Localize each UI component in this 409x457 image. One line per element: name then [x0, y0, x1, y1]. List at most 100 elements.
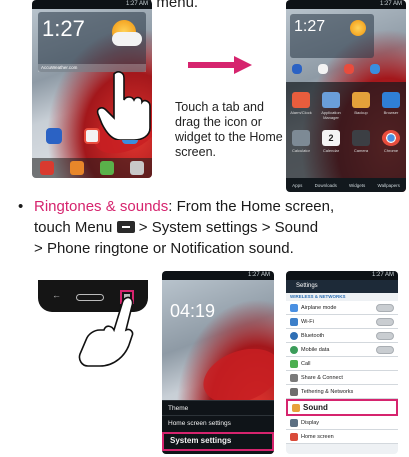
messaging-icon[interactable]	[100, 161, 114, 175]
tab-apps[interactable]: Apps	[292, 183, 302, 188]
clock-time: 1:27	[42, 16, 85, 41]
alarm-clock-icon[interactable]	[292, 92, 310, 108]
browser-icon[interactable]	[382, 92, 400, 108]
row-label: Mobile data	[301, 347, 330, 353]
status-bar: 1:27 AM	[286, 271, 398, 280]
settings-row-home-screen[interactable]: Home screen	[286, 430, 398, 444]
bullet-title: Ringtones & sounds	[34, 198, 169, 215]
backup-icon[interactable]	[352, 92, 370, 108]
back-key-icon[interactable]: ←	[52, 290, 61, 300]
tethering-icon	[290, 388, 298, 396]
menu-item-system-settings[interactable]: System settings	[162, 432, 274, 451]
row-label: Wi-Fi	[301, 319, 314, 325]
settings-row-tethering[interactable]: Tethering & Networks	[286, 385, 398, 399]
settings-row-wifi[interactable]: Wi-Fi	[286, 315, 398, 329]
home-screen-before: 1:27 AM 1:27 AccuWeather.com	[32, 0, 152, 178]
toggle-switch[interactable]	[376, 304, 394, 312]
row-label: Tethering & Networks	[301, 389, 354, 395]
app-label: Backup	[354, 110, 368, 115]
app-manager-icon[interactable]	[322, 92, 340, 108]
app-label: Chrome	[383, 148, 399, 153]
settings-row-mobile-data[interactable]: Mobile data	[286, 343, 398, 357]
phone-ringtone-label: Phone ringtone	[46, 240, 149, 257]
cloud-icon	[112, 32, 142, 46]
app-label: Alarm/Clock	[290, 110, 312, 115]
clock-time: 1:27	[294, 18, 326, 35]
tab-widgets[interactable]: Widgets	[349, 183, 365, 188]
options-menu: Theme Home screen settings System settin…	[162, 400, 274, 454]
settings-row-sound[interactable]: Sound	[286, 399, 398, 416]
customize-tabs: Apps Downloads Widgets Wallpapers	[286, 178, 406, 192]
call-icon	[290, 360, 298, 368]
home-screen-menu: 1:27 AM 04:19 Theme Home screen settings…	[162, 271, 274, 454]
row-label: Call	[301, 361, 311, 367]
chrome-icon[interactable]	[382, 130, 400, 146]
clock-time: 04:19	[170, 301, 216, 321]
hand-pointer-icon	[78, 296, 134, 367]
hand-pointer-icon	[96, 71, 151, 140]
row-label: Airplane mode	[301, 305, 337, 311]
app-label: Calculator	[291, 148, 310, 153]
settings-row-display[interactable]: Display	[286, 416, 398, 430]
tab-downloads[interactable]: Downloads	[315, 183, 337, 188]
toggle-switch[interactable]	[376, 346, 394, 354]
sound-label: Sound	[274, 219, 319, 236]
system-settings-label: System settings	[151, 219, 258, 236]
clock-weather-widget[interactable]: 1:27 AccuWeather.com	[38, 12, 146, 72]
sun-icon	[350, 20, 366, 36]
menu-item-home-screen-settings[interactable]: Home screen settings	[162, 415, 274, 430]
bullet-text: .	[289, 240, 294, 257]
status-bar: 1:27 AM	[162, 271, 274, 280]
home-icon	[290, 433, 298, 441]
row-label: Display	[301, 420, 320, 426]
home-screen-customize: 1:27 AM 1:27 Alarm/Clock Application Man…	[286, 0, 406, 192]
tab-wallpapers[interactable]: Wallpapers	[378, 183, 400, 188]
app-drawer: Alarm/Clock Application Manager Backup B…	[286, 82, 406, 178]
bullet-text: >	[134, 219, 152, 236]
camera-icon[interactable]	[352, 130, 370, 146]
instruction-text: Touch a tab and drag the icon or widget …	[175, 100, 283, 159]
menu-label: Menu	[74, 219, 113, 236]
app-label: Browser	[383, 110, 399, 115]
app-label: Application Manager	[321, 110, 341, 120]
settings-screen: 1:27 AM Settings WIRELESS & NETWORKS Air…	[286, 271, 398, 454]
airplane-icon	[290, 304, 298, 312]
section-header: WIRELESS & NETWORKS	[290, 294, 346, 299]
arrow-right-icon	[188, 56, 252, 74]
row-label: Bluetooth	[301, 333, 325, 339]
app-label: Camera	[353, 148, 369, 153]
calculator-icon[interactable]	[292, 130, 310, 146]
bluetooth-icon	[290, 332, 298, 340]
mobile-data-icon	[290, 346, 298, 354]
bullet-text: >	[257, 219, 275, 236]
settings-row-share-connect[interactable]: Share & Connect	[286, 371, 398, 385]
settings-row-airplane[interactable]: Airplane mode	[286, 301, 398, 315]
bullet-text: touch	[34, 219, 75, 236]
app-icon[interactable]	[46, 128, 62, 144]
sound-icon	[292, 404, 300, 412]
calendar-icon[interactable]: 2	[322, 130, 340, 146]
row-label: Sound	[303, 403, 328, 412]
bullet-text: or	[148, 240, 171, 257]
menu-item-theme[interactable]: Theme	[162, 400, 274, 415]
settings-row-bluetooth[interactable]: Bluetooth	[286, 329, 398, 343]
row-label: Home screen	[301, 434, 334, 440]
row-label: Share & Connect	[301, 375, 343, 381]
share-icon	[290, 374, 298, 382]
display-icon	[290, 419, 298, 427]
menu-key-icon	[116, 221, 135, 233]
toggle-switch[interactable]	[376, 318, 394, 326]
dock-bar	[32, 158, 152, 178]
bullet-text: : From the Home screen,	[168, 198, 335, 215]
bullet-dot: •	[18, 198, 24, 215]
status-bar: 1:27 AM	[32, 0, 152, 9]
notification-sound-label: Notification sound	[170, 240, 290, 257]
status-bar: 1:27 AM	[286, 0, 406, 9]
contacts-icon[interactable]	[70, 161, 84, 175]
wifi-icon	[290, 318, 298, 326]
phone-icon[interactable]	[40, 161, 54, 175]
toggle-switch[interactable]	[376, 332, 394, 340]
settings-row-call[interactable]: Call	[286, 357, 398, 371]
settings-header: Settings	[286, 280, 398, 293]
apps-icon[interactable]	[130, 161, 144, 175]
